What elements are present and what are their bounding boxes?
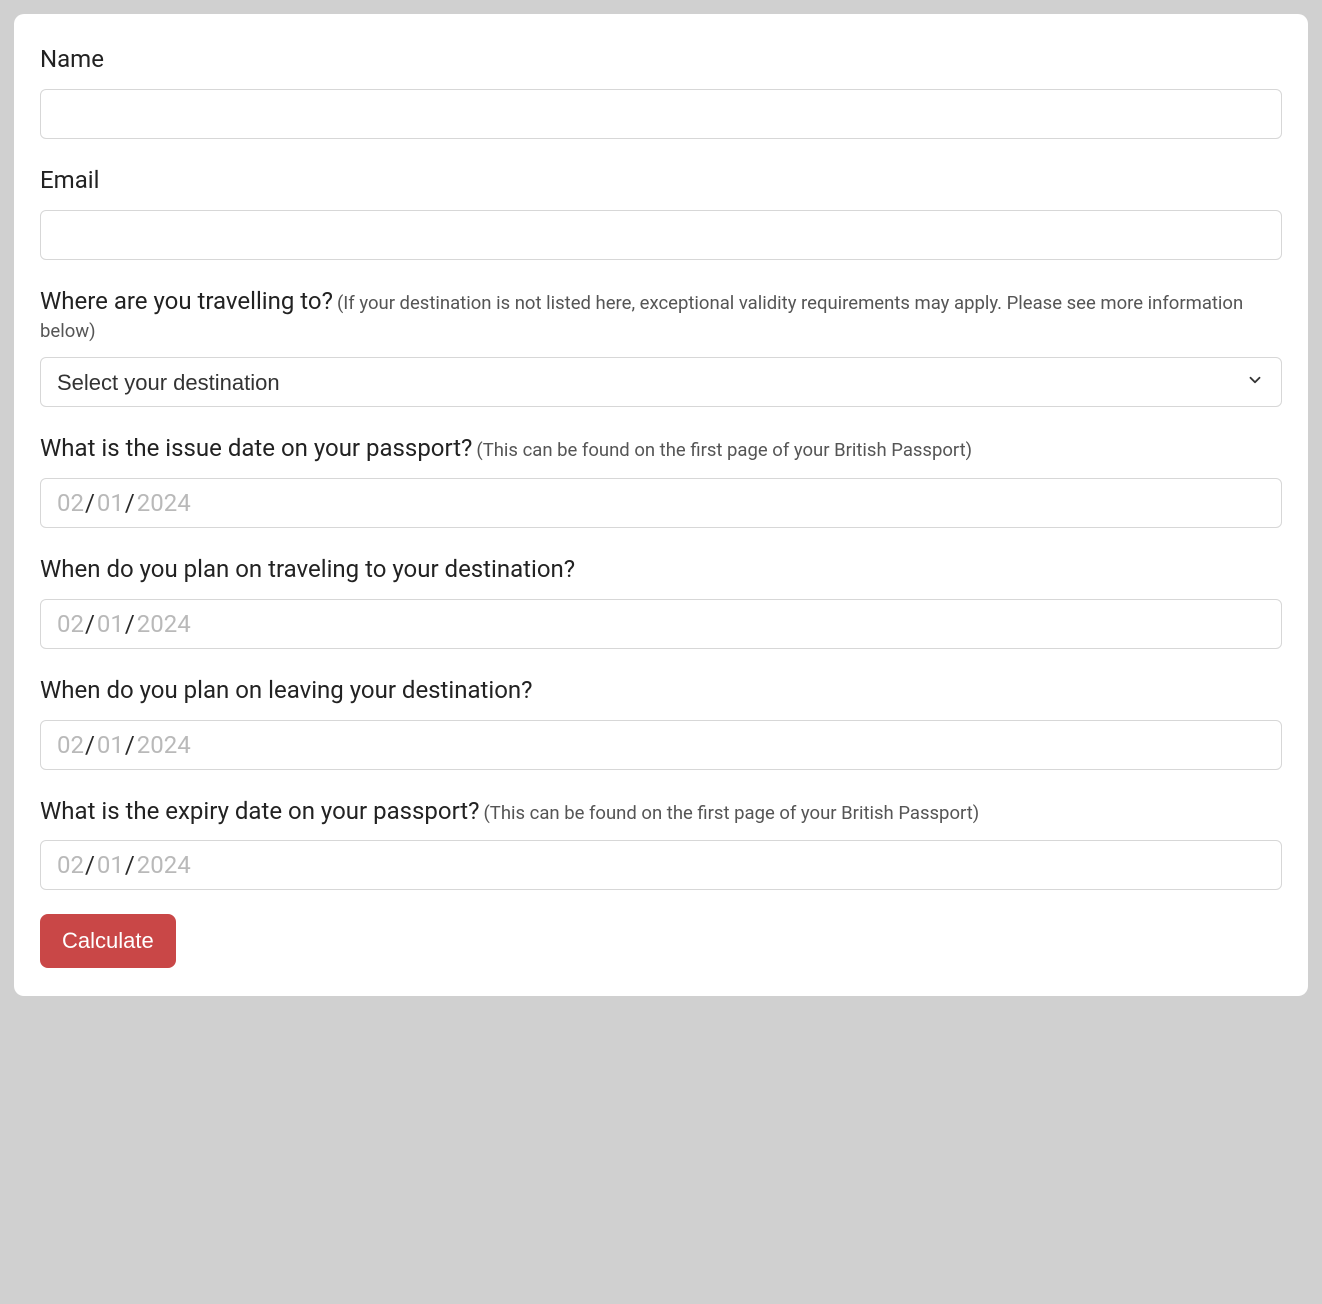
expiry-date-month: 01 — [97, 851, 124, 879]
expiry-date-input[interactable]: 02/01/2024 — [40, 840, 1282, 890]
form-group-travel-date: When do you plan on traveling to your de… — [40, 552, 1282, 649]
destination-label: Where are you travelling to? — [40, 287, 333, 315]
form-group-destination: Where are you travelling to? (If your de… — [40, 284, 1282, 408]
date-separator: / — [85, 731, 95, 759]
form-group-email: Email — [40, 163, 1282, 260]
date-separator: / — [85, 610, 95, 638]
leave-date-day: 02 — [57, 731, 84, 759]
leave-date-year: 2024 — [137, 731, 191, 759]
issue-date-label: What is the issue date on your passport? — [40, 434, 472, 462]
date-separator: / — [85, 851, 95, 879]
email-input[interactable] — [40, 210, 1282, 260]
travel-date-label: When do you plan on traveling to your de… — [40, 555, 575, 583]
form-group-issue-date: What is the issue date on your passport?… — [40, 431, 1282, 528]
email-label: Email — [40, 166, 99, 194]
date-separator: / — [125, 851, 135, 879]
travel-date-year: 2024 — [137, 610, 191, 638]
calculate-button[interactable]: Calculate — [40, 914, 176, 968]
travel-date-day: 02 — [57, 610, 84, 638]
name-label: Name — [40, 45, 104, 73]
date-separator: / — [125, 610, 135, 638]
date-separator: / — [125, 731, 135, 759]
issue-date-day: 02 — [57, 489, 84, 517]
expiry-date-label: What is the expiry date on your passport… — [40, 797, 479, 825]
form-group-leave-date: When do you plan on leaving your destina… — [40, 673, 1282, 770]
issue-date-input[interactable]: 02/01/2024 — [40, 478, 1282, 528]
leave-date-input[interactable]: 02/01/2024 — [40, 720, 1282, 770]
name-input[interactable] — [40, 89, 1282, 139]
expiry-date-day: 02 — [57, 851, 84, 879]
date-separator: / — [85, 489, 95, 517]
travel-date-month: 01 — [97, 610, 124, 638]
expiry-date-year: 2024 — [137, 851, 191, 879]
issue-date-hint: (This can be found on the first page of … — [476, 439, 972, 461]
destination-select[interactable]: Select your destination — [40, 357, 1282, 407]
expiry-date-hint: (This can be found on the first page of … — [483, 802, 979, 824]
destination-select-wrap: Select your destination — [40, 357, 1282, 407]
leave-date-label: When do you plan on leaving your destina… — [40, 676, 533, 704]
travel-date-input[interactable]: 02/01/2024 — [40, 599, 1282, 649]
date-separator: / — [125, 489, 135, 517]
form-group-expiry-date: What is the expiry date on your passport… — [40, 794, 1282, 891]
issue-date-year: 2024 — [137, 489, 191, 517]
issue-date-month: 01 — [97, 489, 124, 517]
form-group-name: Name — [40, 42, 1282, 139]
form-card: Name Email Where are you travelling to? … — [14, 14, 1308, 996]
leave-date-month: 01 — [97, 731, 124, 759]
